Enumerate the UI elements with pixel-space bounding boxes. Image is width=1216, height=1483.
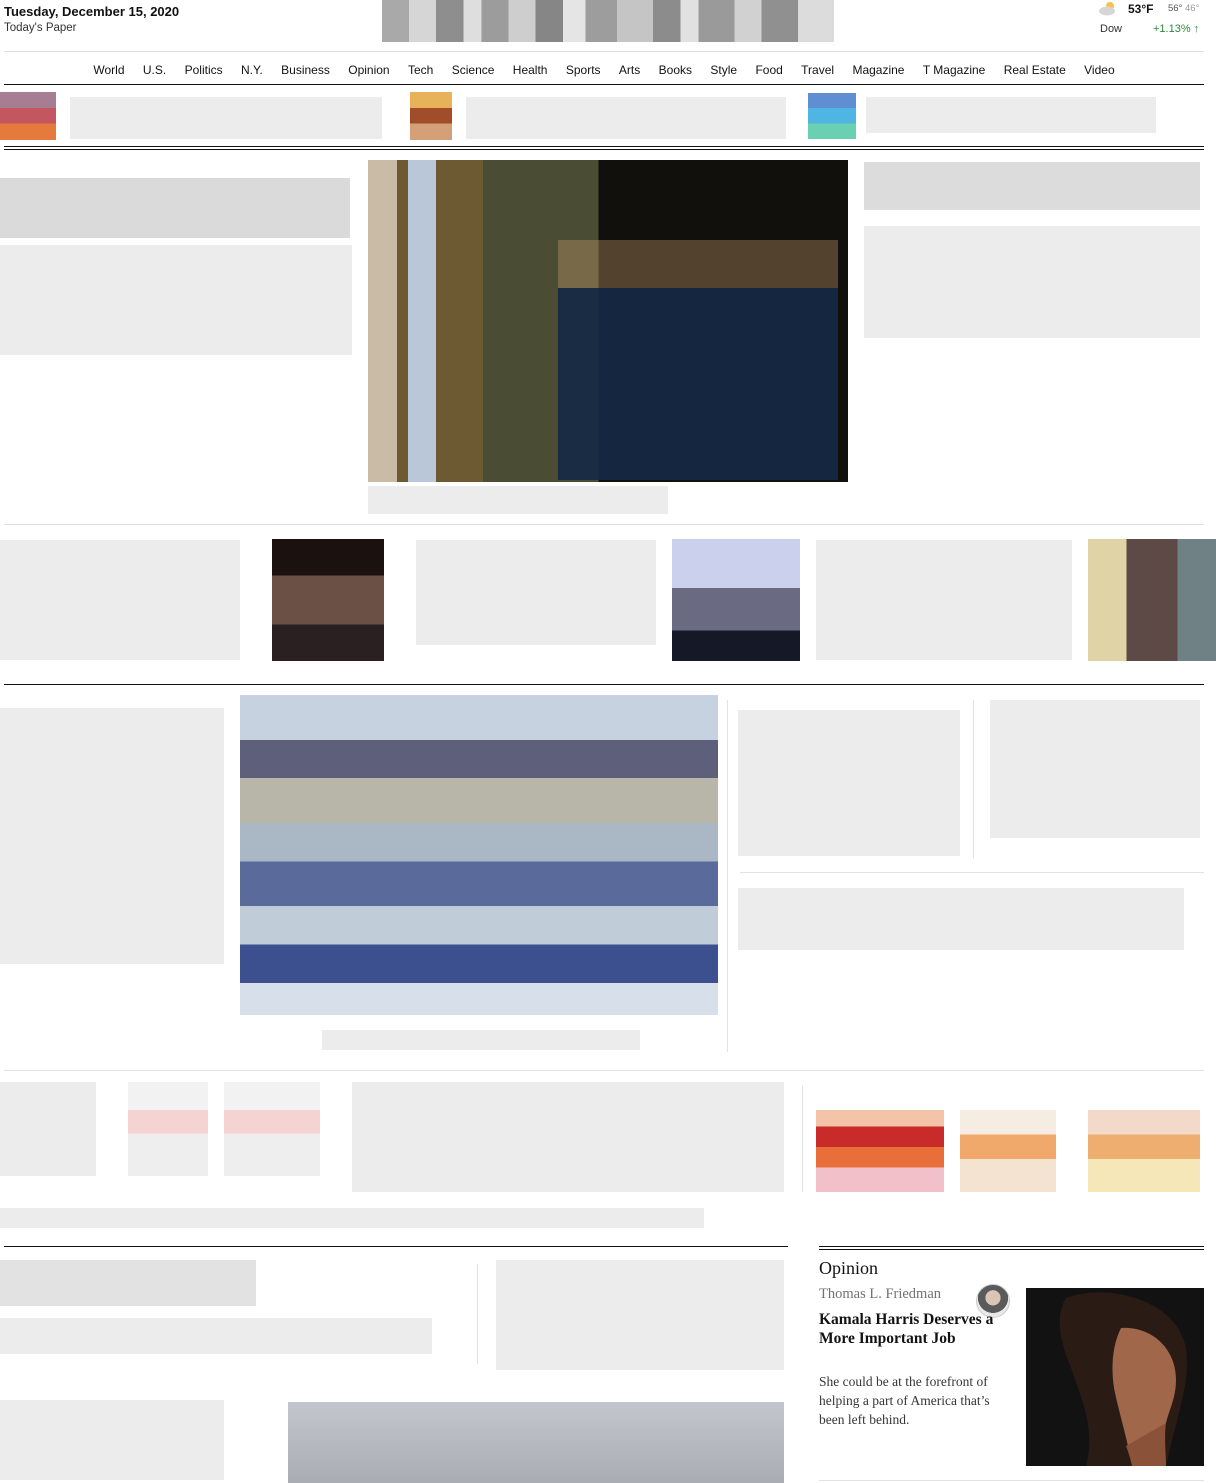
briefing-text-1[interactable] (70, 97, 382, 139)
story-row3-image[interactable] (240, 695, 718, 1015)
story-row3-text-left[interactable] (0, 708, 224, 964)
nav-item-food[interactable]: Food (746, 58, 792, 82)
briefing-text-3[interactable] (866, 97, 1156, 133)
story-row5-text-1[interactable] (0, 1260, 256, 1306)
briefing-thumb-2[interactable] (410, 92, 452, 140)
module-heatmap-1[interactable] (816, 1110, 944, 1192)
briefing-thumb-3[interactable] (808, 93, 856, 139)
nav-item-video[interactable]: Video (1075, 58, 1124, 82)
high-low-temp: 56° 46° (1168, 3, 1199, 14)
nav-item-books[interactable]: Books (649, 58, 701, 82)
module-block-1[interactable] (0, 1082, 96, 1176)
portrait-silhouette (1026, 1288, 1204, 1466)
lead-image-column (408, 160, 436, 482)
nav-item-health[interactable]: Health (504, 58, 557, 82)
story-row2-text-2[interactable] (416, 540, 656, 645)
story-row2-text-3[interactable] (816, 540, 1072, 660)
nav-item-t-magazine[interactable]: T Magazine (914, 58, 995, 82)
module-block-3[interactable] (224, 1082, 320, 1176)
story-row2-image-3[interactable] (1088, 539, 1216, 661)
lead-summary[interactable] (0, 245, 352, 355)
story-row2-image-1[interactable] (272, 539, 384, 661)
todays-paper-link[interactable]: Today's Paper (4, 22, 77, 34)
temp-low: 46° (1185, 3, 1200, 14)
market-label[interactable]: Dow (1100, 23, 1122, 35)
story-row6-image[interactable] (288, 1402, 784, 1483)
opinion-section-label[interactable]: Opinion (819, 1258, 878, 1279)
section-divider-3 (4, 1070, 1204, 1071)
story-row5-summary-1[interactable] (0, 1318, 432, 1354)
story-row2-text-1[interactable] (0, 540, 240, 660)
story-row3-caption (322, 1030, 640, 1050)
row3-vertical-rule-1 (727, 700, 728, 1052)
header-divider (4, 51, 1204, 52)
nav-item-world[interactable]: World (84, 58, 134, 82)
module-block-4[interactable] (352, 1082, 784, 1192)
row4-vertical-rule (802, 1086, 803, 1192)
nav-item-politics[interactable]: Politics (175, 58, 231, 82)
module-heatmap-3[interactable] (1088, 1110, 1200, 1192)
story-row5-text-2[interactable] (496, 1260, 784, 1370)
nav-item-travel[interactable]: Travel (792, 58, 843, 82)
temperature: 53°F (1128, 2, 1154, 16)
side-story-2[interactable] (864, 226, 1200, 338)
nav-item-science[interactable]: Science (443, 58, 504, 82)
section-nav: World U.S. Politics N.Y. Business Opinio… (4, 58, 1204, 82)
briefing-thumb-1[interactable] (0, 92, 56, 140)
nav-item-style[interactable]: Style (701, 58, 746, 82)
nav-item-opinion[interactable]: Opinion (339, 58, 399, 82)
module-links-strip[interactable] (0, 1208, 704, 1228)
briefing-text-2[interactable] (466, 97, 786, 139)
nav-item-arts[interactable]: Arts (610, 58, 650, 82)
nav-divider (4, 84, 1204, 85)
section-divider-2 (4, 684, 1204, 685)
opinion-headline[interactable]: Kamala Harris Deserves a More Important … (819, 1310, 1005, 1348)
section-divider-1 (4, 524, 1204, 525)
module-block-2[interactable] (128, 1082, 208, 1176)
opinion-image[interactable] (1026, 1288, 1204, 1466)
story-row2-image-2[interactable] (672, 539, 800, 661)
nav-item-business[interactable]: Business (272, 58, 339, 82)
section-divider-4 (4, 1246, 788, 1247)
top-double-rule (4, 146, 1204, 150)
opinion-summary[interactable]: She could be at the forefront of helping… (819, 1372, 1009, 1429)
story-row6-text[interactable] (0, 1400, 224, 1480)
partly-cloudy-icon (1099, 2, 1115, 16)
story-row3-text-right[interactable] (990, 700, 1200, 838)
market-change: +1.13% ↑ (1153, 23, 1200, 35)
nav-item-tech[interactable]: Tech (399, 58, 443, 82)
lead-image[interactable] (368, 160, 848, 482)
opinion-bottom-rule (819, 1480, 1204, 1481)
lead-caption (368, 486, 668, 514)
row5-vertical-rule (477, 1264, 478, 1364)
nav-item-ny[interactable]: N.Y. (232, 58, 272, 82)
module-heatmap-2[interactable] (960, 1110, 1056, 1192)
lead-image-figures (558, 240, 838, 480)
opinion-author[interactable]: Thomas L. Friedman (819, 1286, 941, 1303)
nav-item-real-estate[interactable]: Real Estate (995, 58, 1075, 82)
temp-high: 56° (1168, 3, 1183, 14)
nav-item-us[interactable]: U.S. (134, 58, 176, 82)
story-row3-text-bottom[interactable] (738, 888, 1184, 950)
lead-headline[interactable] (0, 178, 350, 238)
nav-item-magazine[interactable]: Magazine (843, 58, 913, 82)
masthead-logo[interactable] (382, 0, 834, 42)
opinion-double-rule (819, 1246, 1204, 1250)
side-story-1[interactable] (864, 162, 1200, 210)
row3-inner-rule (740, 872, 1204, 873)
story-row3-text-mid[interactable] (738, 710, 960, 856)
row3-vertical-rule-2 (973, 700, 974, 858)
current-date: Tuesday, December 15, 2020 (4, 4, 180, 19)
nav-item-sports[interactable]: Sports (557, 58, 610, 82)
